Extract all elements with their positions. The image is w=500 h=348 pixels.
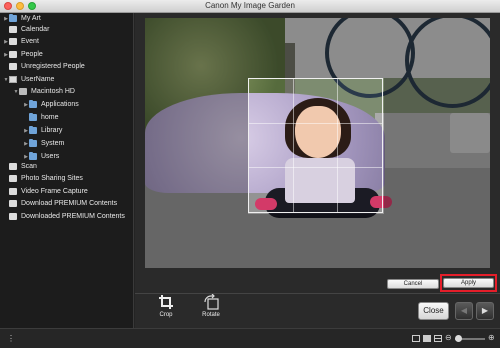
sidebar-item-applications[interactable]: ▶ Applications bbox=[23, 99, 79, 110]
sidebar-item-video-frame-capture[interactable]: Video Frame Capture bbox=[3, 186, 88, 197]
people-icon bbox=[9, 51, 17, 58]
crop-grid-line bbox=[249, 166, 382, 168]
grid-view-icon[interactable] bbox=[423, 335, 431, 342]
sidebar-item-people[interactable]: ▶ People bbox=[3, 49, 43, 60]
downloaded-icon bbox=[9, 213, 17, 220]
sidebar-item-macintosh-hd[interactable]: ▼ Macintosh HD bbox=[13, 86, 75, 97]
rotate-icon bbox=[204, 293, 219, 310]
calendar-icon bbox=[9, 26, 17, 33]
apply-button[interactable]: Apply bbox=[443, 278, 494, 288]
sidebar-item-my-art[interactable]: ▶ My Art bbox=[3, 13, 41, 24]
sidebar-item-label: Users bbox=[41, 153, 60, 160]
crop-mask bbox=[248, 18, 384, 78]
crop-grid-line bbox=[292, 79, 294, 212]
crop-grid-line bbox=[249, 122, 382, 124]
list-view-icon[interactable] bbox=[434, 335, 442, 342]
toolbar-divider bbox=[135, 293, 500, 294]
folder-icon bbox=[29, 126, 37, 134]
folder-icon bbox=[29, 152, 37, 160]
folder-icon bbox=[29, 113, 37, 121]
crop-tool[interactable]: Crop bbox=[150, 294, 182, 326]
photo-canvas[interactable] bbox=[145, 18, 490, 268]
sidebar-item-calendar[interactable]: Calendar bbox=[3, 24, 49, 35]
sidebar-item-photo-sharing-sites[interactable]: Photo Sharing Sites bbox=[3, 173, 83, 184]
next-button[interactable]: ▶ bbox=[476, 302, 494, 320]
previous-button[interactable]: ◀ bbox=[455, 302, 473, 320]
sidebar: ▶ My Art Calendar ▶ Event ▶ People Unreg… bbox=[0, 13, 134, 328]
cancel-button[interactable]: Cancel bbox=[387, 279, 439, 289]
video-capture-icon bbox=[9, 188, 17, 195]
disk-icon bbox=[19, 88, 27, 95]
sidebar-item-label: Unregistered People bbox=[21, 63, 85, 70]
sidebar-item-label: Downloaded PREMIUM Contents bbox=[21, 213, 125, 220]
folder-icon bbox=[9, 14, 17, 22]
zoom-out-icon[interactable]: ⊖ bbox=[445, 333, 452, 342]
sidebar-item-label: Calendar bbox=[21, 26, 50, 33]
sidebar-item-label: UserName bbox=[21, 76, 55, 83]
sidebar-item-library[interactable]: ▶ Library bbox=[23, 125, 62, 136]
crop-mask bbox=[145, 18, 248, 268]
sidebar-item-label: Scan bbox=[21, 163, 37, 170]
app-window: Canon My Image Garden ▶ My Art Calendar … bbox=[0, 0, 500, 348]
sidebar-item-label: Photo Sharing Sites bbox=[21, 175, 83, 182]
crop-icon bbox=[159, 295, 173, 309]
crop-grid-line bbox=[336, 79, 338, 212]
sidebar-item-home[interactable]: home bbox=[23, 112, 59, 123]
sidebar-item-label: Macintosh HD bbox=[31, 88, 75, 95]
sidebar-item-downloaded-premium[interactable]: Downloaded PREMIUM Contents bbox=[3, 211, 125, 222]
sidebar-item-label: System bbox=[41, 140, 65, 147]
sidebar-item-label: Download PREMIUM Contents bbox=[21, 200, 118, 207]
sidebar-item-label: Video Frame Capture bbox=[21, 188, 88, 195]
sidebar-item-label: home bbox=[41, 114, 59, 121]
sidebar-item-unregistered-people[interactable]: Unregistered People bbox=[3, 61, 85, 72]
title-bar: Canon My Image Garden bbox=[0, 0, 500, 13]
folder-icon bbox=[29, 100, 37, 108]
crop-frame[interactable] bbox=[248, 78, 383, 213]
close-button[interactable]: Close bbox=[418, 302, 449, 320]
sidebar-item-label: Library bbox=[41, 127, 63, 134]
info-icon[interactable]: ⋮ bbox=[7, 334, 15, 344]
sidebar-item-username[interactable]: ▼ UserName bbox=[3, 74, 54, 85]
sidebar-item-label: Applications bbox=[41, 101, 79, 108]
computer-icon bbox=[9, 76, 17, 83]
zoom-slider-handle[interactable] bbox=[455, 335, 462, 342]
sidebar-item-label: People bbox=[21, 51, 43, 58]
scan-icon bbox=[9, 163, 17, 170]
rotate-tool-label: Rotate bbox=[202, 312, 220, 318]
zoom-in-icon[interactable]: ⊕ bbox=[488, 333, 495, 342]
single-view-icon[interactable] bbox=[412, 335, 420, 342]
window-title: Canon My Image Garden bbox=[205, 1, 295, 10]
crop-tool-label: Crop bbox=[159, 312, 173, 318]
sidebar-item-system[interactable]: ▶ System bbox=[23, 138, 64, 149]
photo-sharing-icon bbox=[9, 175, 17, 182]
status-bar: ⋮ ⊖ ⊕ bbox=[0, 328, 500, 348]
crop-mask bbox=[384, 18, 490, 268]
sidebar-item-event[interactable]: ▶ Event bbox=[3, 36, 39, 47]
crop-mask bbox=[248, 214, 384, 268]
sidebar-item-label: My Art bbox=[21, 15, 41, 22]
unregistered-people-icon bbox=[9, 63, 17, 70]
event-icon bbox=[9, 38, 17, 45]
sidebar-item-scan[interactable]: Scan bbox=[3, 161, 37, 172]
download-icon bbox=[9, 200, 17, 207]
folder-icon bbox=[29, 139, 37, 147]
sidebar-item-label: Event bbox=[21, 38, 39, 45]
rotate-tool[interactable]: Rotate bbox=[195, 293, 227, 326]
editor-panel: Cancel Apply Crop Rotate Close ◀ ▶ bbox=[135, 13, 500, 328]
sidebar-item-download-premium[interactable]: Download PREMIUM Contents bbox=[3, 198, 117, 209]
